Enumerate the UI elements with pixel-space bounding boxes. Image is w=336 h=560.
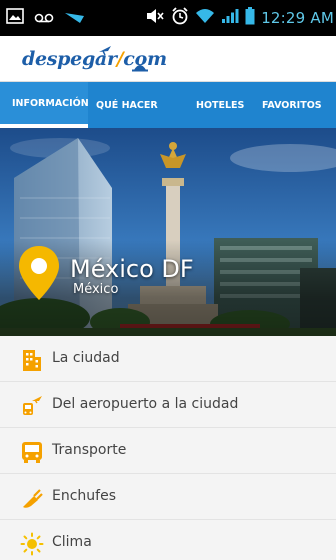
list-item-label: Transporte — [52, 442, 127, 458]
status-bar-right: 12:29 AM — [145, 7, 334, 29]
alarm-icon — [171, 7, 189, 29]
list-item-label: La ciudad — [52, 350, 120, 366]
tab-favoritos[interactable]: FAVORITOS — [258, 82, 336, 128]
tab-hoteles[interactable]: HOTELES — [176, 82, 258, 128]
airport-to-city-icon — [20, 394, 44, 418]
list-item-label: Del aeropuerto a la ciudad — [52, 396, 239, 412]
country-name: México — [73, 282, 119, 297]
tab-informacion[interactable]: INFORMACIÓN — [0, 82, 89, 128]
tab-label: QUÉ HACER — [96, 99, 158, 111]
bus-icon — [20, 440, 44, 464]
list-item-transporte[interactable]: Transporte — [0, 428, 336, 474]
wifi-icon — [195, 8, 215, 28]
voicemail-icon — [34, 9, 54, 28]
list-item-label: Clima — [52, 534, 92, 550]
tab-bar: INFORMACIÓN QUÉ HACER HOTELES FAVORITOS — [0, 82, 336, 128]
list-item-label: Enchufes — [52, 488, 116, 504]
cell-signal-icon — [221, 8, 239, 28]
city-hero-image: México DF México — [0, 128, 336, 336]
battery-icon — [245, 7, 255, 29]
cap-logo-icon — [132, 57, 148, 76]
info-list: La ciudad Del aeropuerto a la ciudad Tra… — [0, 336, 336, 560]
tab-label: HOTELES — [196, 99, 245, 111]
list-item-enchufes[interactable]: Enchufes — [0, 474, 336, 520]
tab-label: FAVORITOS — [262, 99, 322, 111]
plane-logo-icon — [98, 41, 112, 60]
list-item-clima[interactable]: Clima — [0, 520, 336, 560]
list-item-la-ciudad[interactable]: La ciudad — [0, 336, 336, 382]
plug-icon — [20, 486, 44, 510]
city-building-icon — [20, 348, 44, 372]
tab-label: INFORMACIÓN — [12, 97, 89, 109]
gallery-icon — [6, 8, 24, 28]
tab-que-hacer[interactable]: QUÉ HACER — [88, 82, 176, 128]
sun-icon — [20, 532, 44, 556]
mute-volume-icon — [145, 8, 165, 28]
signal-arrow-icon — [64, 9, 86, 28]
status-bar: 12:29 AM — [0, 0, 336, 36]
list-item-aeropuerto[interactable]: Del aeropuerto a la ciudad — [0, 382, 336, 428]
status-time: 12:29 AM — [261, 9, 334, 27]
app-header: despegar/com — [0, 36, 336, 82]
status-bar-left — [6, 7, 86, 29]
city-name: México DF — [70, 255, 194, 283]
